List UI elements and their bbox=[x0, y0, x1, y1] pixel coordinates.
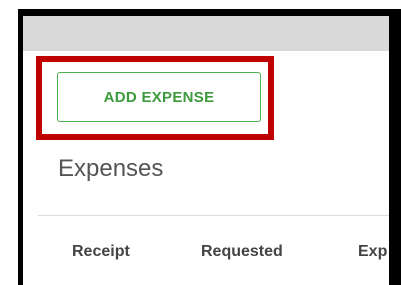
page-title: Expenses bbox=[58, 155, 164, 182]
column-header-requested[interactable]: Requested bbox=[201, 243, 283, 261]
column-header-expense[interactable]: Exp bbox=[358, 243, 387, 261]
column-header-receipt[interactable]: Receipt bbox=[72, 243, 130, 261]
add-expense-button[interactable]: ADD EXPENSE bbox=[57, 72, 261, 122]
header-divider bbox=[38, 215, 389, 216]
add-expense-label: ADD EXPENSE bbox=[103, 88, 215, 106]
top-bar bbox=[23, 16, 389, 51]
